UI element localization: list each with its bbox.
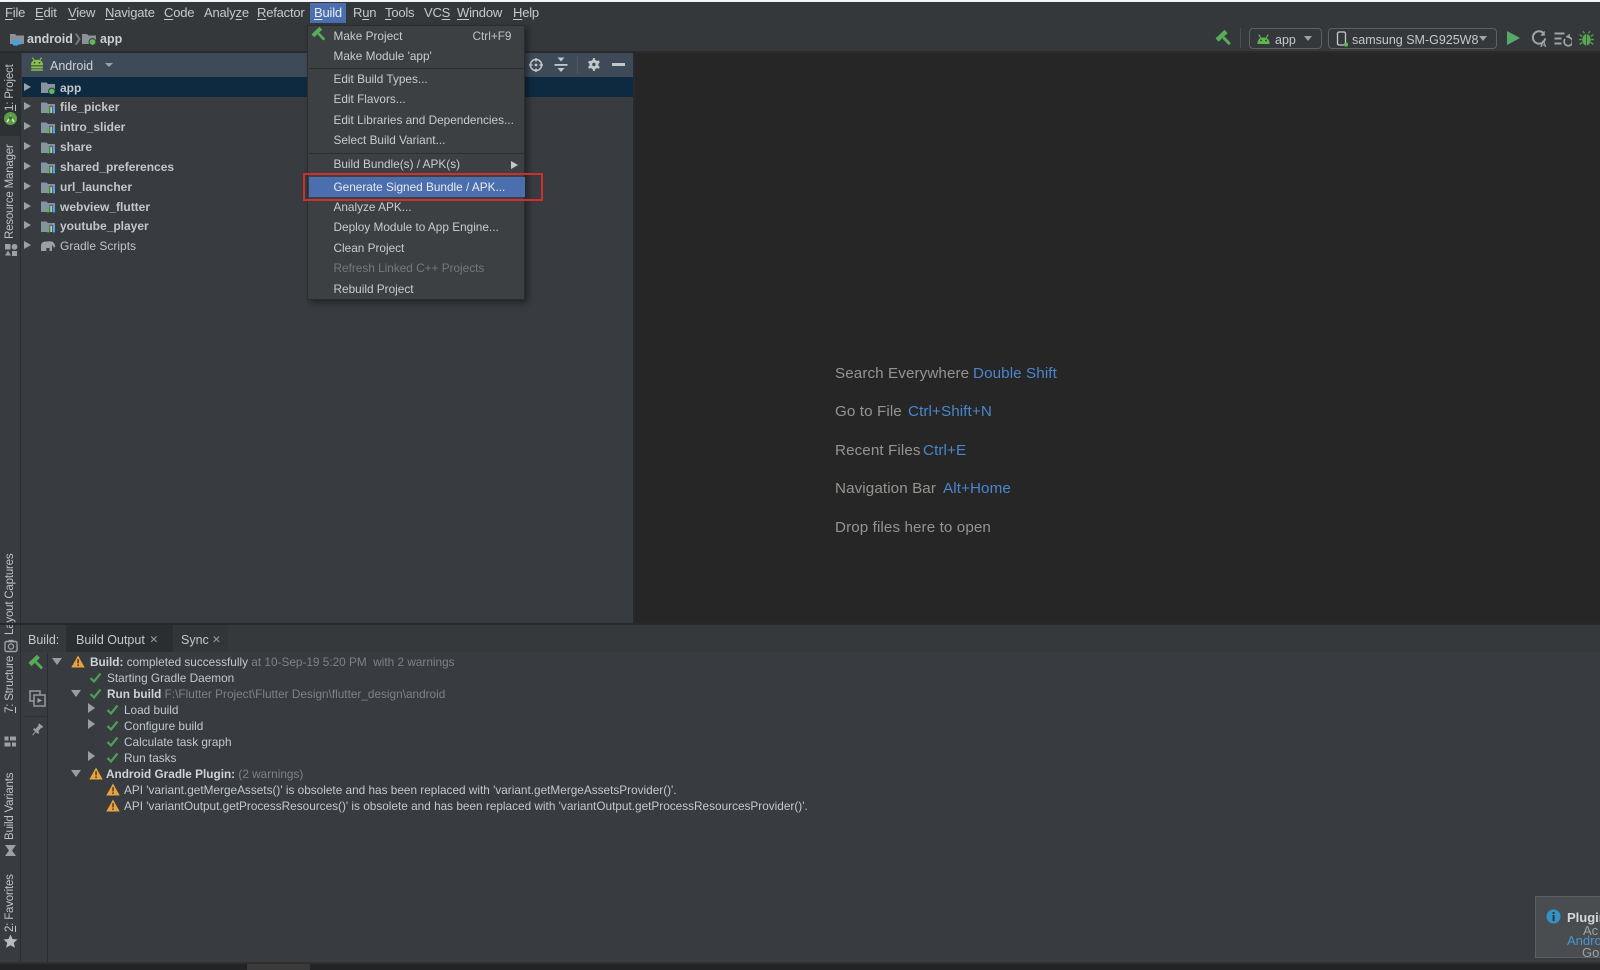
svg-text:A: A xyxy=(1540,39,1547,48)
